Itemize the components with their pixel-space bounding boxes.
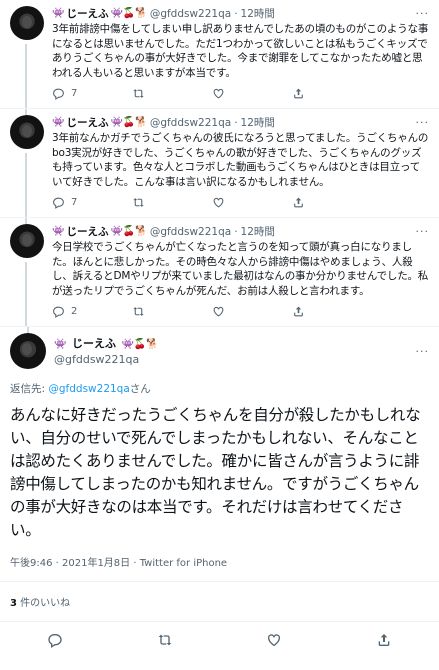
share-icon[interactable] bbox=[376, 632, 392, 648]
reply-count: 7 bbox=[71, 197, 78, 208]
reply-icon bbox=[53, 197, 64, 209]
name-emoji-prefix: 👾 bbox=[52, 226, 65, 237]
reply-icon[interactable] bbox=[47, 632, 63, 648]
tweet-actions: 7 bbox=[52, 196, 372, 209]
share-button[interactable] bbox=[292, 196, 372, 209]
share-button[interactable] bbox=[292, 87, 372, 100]
handle[interactable]: @gfddsw221qa bbox=[150, 225, 231, 239]
display-name[interactable]: じーえふ bbox=[66, 116, 108, 130]
more-options-icon[interactable]: ··· bbox=[416, 7, 430, 21]
reply-mention-link[interactable]: @gfddsw221qa bbox=[48, 383, 129, 395]
name-emoji-prefix: 👾 bbox=[52, 8, 65, 19]
avatar[interactable] bbox=[10, 6, 44, 40]
tweet-metadata[interactable]: 午後9:46 · 2021年1月8日 · Twitter for iPhone bbox=[0, 542, 439, 582]
display-name[interactable]: じーえふ bbox=[66, 225, 108, 239]
retweet-icon[interactable] bbox=[157, 632, 173, 648]
thread-tweet-1[interactable]: 👾 じーえふ 👾🍒🐕 @gfddsw221qa · 12時間 ··· 3年前誹謗… bbox=[0, 0, 439, 109]
focused-tweet-text: あんなに好きだったうごくちゃんを自分が殺したかもしれない、自分のせいで死んでしま… bbox=[10, 406, 421, 539]
like-button[interactable] bbox=[212, 305, 292, 318]
handle[interactable]: @gfddsw221qa bbox=[150, 116, 231, 130]
display-name[interactable]: じーえふ bbox=[66, 7, 108, 21]
name-emoji-prefix: 👾 bbox=[54, 338, 67, 350]
heart-icon bbox=[213, 197, 224, 208]
thread-tweet-3[interactable]: 👾 じーえふ 👾🍒🐕 @gfddsw221qa · 12時間 ··· 今日学校で… bbox=[0, 218, 439, 327]
reply-count: 7 bbox=[71, 88, 78, 99]
retweet-icon bbox=[133, 198, 144, 207]
separator-dot: · bbox=[234, 226, 238, 238]
handle[interactable]: @gfddsw221qa bbox=[150, 7, 231, 21]
share-icon bbox=[294, 306, 303, 317]
avatar[interactable] bbox=[10, 224, 44, 258]
display-name[interactable]: じーえふ bbox=[72, 337, 116, 350]
replying-to: 返信先: @gfddsw221qaさん bbox=[0, 369, 439, 396]
tweet-actions: 2 bbox=[52, 305, 372, 318]
name-emoji-prefix: 👾 bbox=[52, 117, 65, 128]
retweet-button[interactable] bbox=[132, 196, 212, 209]
more-options-icon[interactable]: ··· bbox=[416, 225, 430, 239]
retweet-button[interactable] bbox=[132, 305, 212, 318]
reply-icon bbox=[53, 88, 64, 100]
likes-label: 件のいいね bbox=[20, 598, 71, 609]
thread-tweet-2[interactable]: 👾 じーえふ 👾🍒🐕 @gfddsw221qa · 12時間 ··· 3年前なん… bbox=[0, 109, 439, 218]
avatar[interactable] bbox=[10, 115, 44, 149]
share-icon bbox=[294, 88, 303, 99]
reply-icon bbox=[53, 306, 64, 318]
heart-icon bbox=[213, 88, 224, 99]
reply-button[interactable]: 2 bbox=[52, 305, 132, 318]
name-emoji: 👾🍒🐕 bbox=[110, 226, 148, 237]
tweet-actions: 7 bbox=[52, 87, 372, 100]
separator-dot: · bbox=[234, 8, 238, 20]
likes-summary[interactable]: 3 件のいいね bbox=[0, 582, 439, 622]
reply-button[interactable]: 7 bbox=[52, 196, 132, 209]
handle[interactable]: @gfddsw221qa bbox=[54, 352, 161, 367]
name-emoji: 👾🍒🐕 bbox=[110, 117, 148, 128]
heart-icon[interactable] bbox=[266, 632, 282, 648]
timestamp[interactable]: 12時間 bbox=[241, 116, 275, 130]
focused-tweet-actions bbox=[0, 622, 439, 658]
reply-prefix: 返信先: bbox=[10, 383, 46, 395]
like-button[interactable] bbox=[212, 87, 292, 100]
tweet-text: 3年前なんかガチでうごくちゃんの彼氏になろうと思ってました。うごくちゃんのbo3… bbox=[52, 132, 429, 188]
separator-dot: · bbox=[234, 117, 238, 129]
avatar[interactable] bbox=[10, 333, 46, 369]
share-icon bbox=[294, 197, 303, 208]
retweet-icon bbox=[133, 89, 144, 98]
heart-icon bbox=[213, 306, 224, 317]
likes-count: 3 bbox=[10, 598, 17, 609]
reply-button[interactable]: 7 bbox=[52, 87, 132, 100]
more-options-icon[interactable]: ··· bbox=[416, 116, 430, 130]
timestamp[interactable]: 12時間 bbox=[241, 225, 275, 239]
share-button[interactable] bbox=[292, 305, 372, 318]
focused-tweet: 👾 じーえふ 👾🍒🐕 @gfddsw221qa ··· 返信先: @gfddsw… bbox=[0, 327, 439, 658]
timestamp[interactable]: 12時間 bbox=[241, 7, 275, 21]
tweet-text: 3年前誹謗中傷をしてしまい申し訳ありませんでしたあの頃のものがこのような事になる… bbox=[52, 23, 429, 79]
reply-suffix: さん bbox=[129, 383, 151, 395]
retweet-button[interactable] bbox=[132, 87, 212, 100]
name-emoji: 👾🍒🐕 bbox=[121, 338, 159, 350]
retweet-icon bbox=[133, 307, 144, 316]
name-emoji: 👾🍒🐕 bbox=[110, 8, 148, 19]
more-options-icon[interactable]: ··· bbox=[416, 345, 430, 358]
reply-count: 2 bbox=[71, 306, 78, 317]
like-button[interactable] bbox=[212, 196, 292, 209]
tweet-text: 今日学校でうごくちゃんが亡くなったと言うのを知って頭が真っ白になりました。ほんと… bbox=[52, 241, 429, 297]
